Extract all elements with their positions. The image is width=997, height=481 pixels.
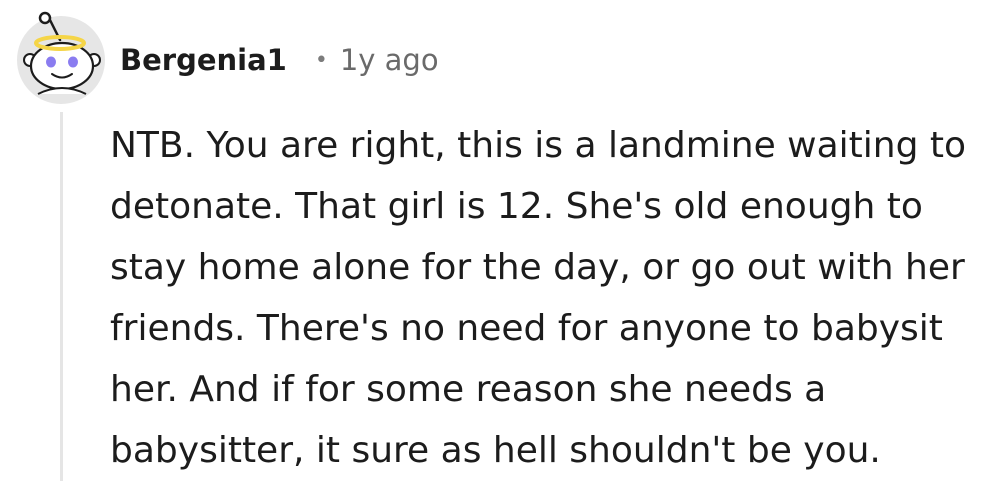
user-avatar[interactable] [14,10,108,104]
reddit-snoo-avatar-icon [17,11,105,104]
meta-separator: • [314,47,328,73]
username-link[interactable]: Bergenia1 [120,43,287,77]
comment-body: NTB. You are right, this is a landmine w… [110,125,967,471]
thread-line[interactable] [60,112,63,481]
comment-meta: Bergenia1 • 1y ago [120,38,439,82]
comment: Bergenia1 • 1y ago NTB. You are right, t… [0,0,997,481]
comment-timestamp[interactable]: 1y ago [340,43,439,77]
